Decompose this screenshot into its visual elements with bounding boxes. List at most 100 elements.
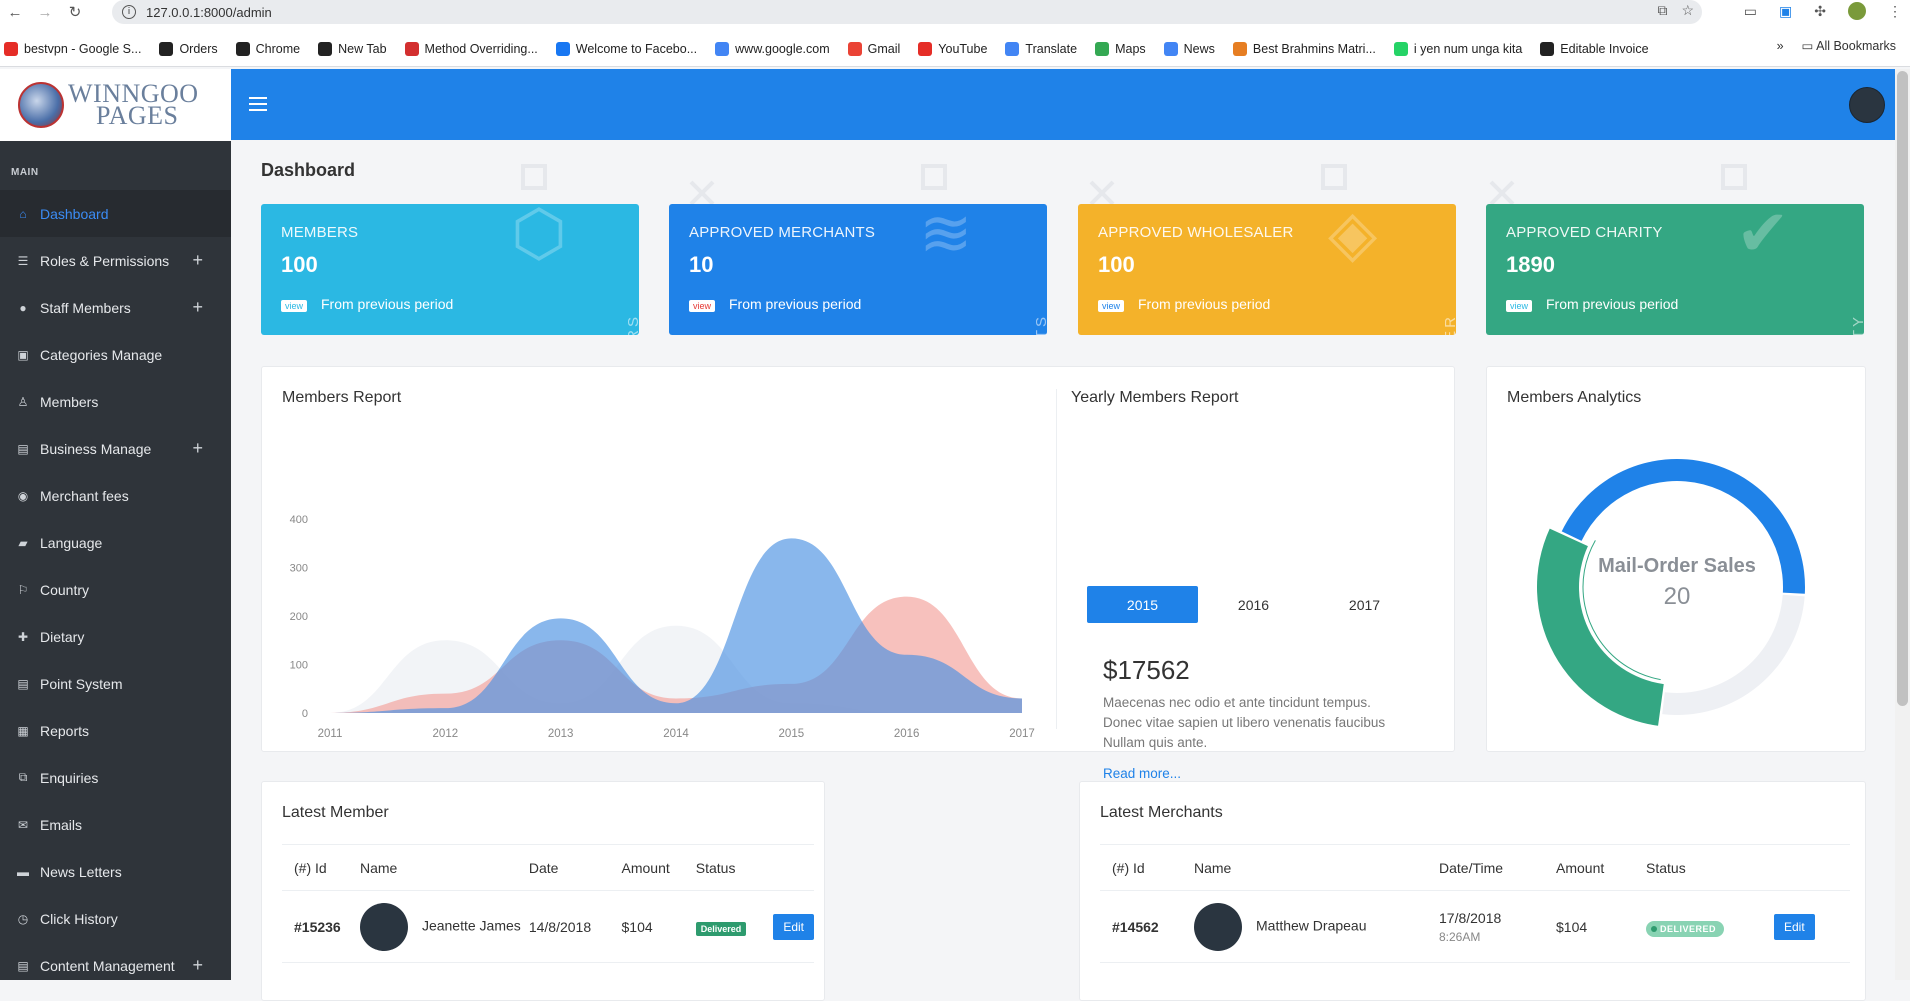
expand-plus-icon[interactable]: + [192, 297, 203, 318]
list-icon: ☰ [17, 253, 29, 268]
content-icon: ▤ [17, 958, 29, 973]
sidebar-item-emails[interactable]: ✉ Emails [0, 801, 231, 848]
sidebar-item-business-manage[interactable]: ▤ Business Manage + [0, 425, 231, 472]
sidebar-item-language[interactable]: ▰ Language [0, 519, 231, 566]
sidebar-item-point-system[interactable]: ▤ Point System [0, 660, 231, 707]
bookmark-star-icon[interactable]: ☆ [1681, 2, 1694, 19]
bookmark-label: Method Overriding... [424, 42, 538, 56]
card-title: APPROVED CHARITY [1506, 224, 1663, 241]
card-value: 1890 [1506, 252, 1555, 277]
expand-plus-icon[interactable]: + [192, 955, 203, 976]
user-icon: ● [19, 300, 27, 315]
bookmark-item[interactable]: i yen num unga kita [1393, 42, 1522, 56]
bookmark-item[interactable]: www.google.com [715, 42, 830, 56]
table-row[interactable]: #14562 Matthew Drapeau 17/8/2018 8:26AM $… [1100, 890, 1850, 963]
all-bookmarks-button[interactable]: ▭ All Bookmarks [1802, 38, 1896, 53]
yearly-description: Maecenas nec odio et ante tincidunt temp… [1103, 695, 1386, 750]
sidebar-item-country[interactable]: ⚐ Country [0, 566, 231, 613]
bookmark-item[interactable]: Gmail [847, 42, 900, 56]
extensions-puzzle-icon[interactable]: ✣ [1814, 3, 1826, 20]
extension-icon[interactable]: ▭ [1744, 3, 1757, 20]
latest-member-table: (#) Id Name Date Amount Status #15236 Je… [282, 844, 814, 963]
address-bar[interactable]: i 127.0.0.1:8000/admin ⧉ ☆ [112, 0, 1702, 24]
forward-icon[interactable]: → [30, 0, 60, 24]
logo[interactable]: WINNGOO PAGES [0, 69, 231, 141]
col-datetime: Date/Time [1439, 844, 1556, 891]
expand-plus-icon[interactable]: + [192, 250, 203, 271]
bookmark-item[interactable]: bestvpn - Google S... [4, 42, 141, 56]
bookmark-item[interactable]: YouTube [918, 42, 987, 56]
row-name: Jeanette James [421, 917, 521, 934]
bookmark-item[interactable]: Best Brahmins Matri... [1232, 42, 1376, 56]
bookmark-item[interactable]: New Tab [318, 42, 387, 56]
back-icon[interactable]: ← [0, 0, 30, 24]
tab-2016[interactable]: 2016 [1198, 586, 1309, 623]
bookmark-item[interactable]: Method Overriding... [404, 42, 538, 56]
page-scrollbar[interactable] [1895, 69, 1910, 980]
more-bookmarks-icon[interactable]: » [1777, 39, 1784, 53]
col-id: (#) Id [282, 844, 360, 891]
bookmark-favicon-icon [404, 42, 419, 56]
user-avatar[interactable] [1849, 87, 1885, 123]
table-row[interactable]: #15236 Jeanette James 14/8/2018 $104 Del… [282, 890, 814, 963]
stat-card-merchants[interactable]: ≋ APPROVED MERCHANTS 10 view From previous p… [669, 204, 1047, 335]
sidebar-item-roles-permissions[interactable]: ☰ Roles & Permissions + [0, 237, 231, 284]
sidebar-item-dietary[interactable]: ✚ Dietary [0, 613, 231, 660]
bookmark-favicon-icon [918, 42, 933, 56]
bookmark-label: New Tab [338, 42, 387, 56]
sidebar-item-staff-members[interactable]: ● Staff Members + [0, 284, 231, 331]
view-link[interactable]: view [689, 300, 716, 312]
sidebar-item-label: Country [40, 581, 90, 598]
scrollbar-thumb[interactable] [1897, 71, 1908, 706]
hamburger-menu-icon[interactable] [249, 97, 267, 111]
members-analytics-title: Members Analytics [1507, 389, 1642, 406]
sidebar-item-members[interactable]: ♙ Members [0, 378, 231, 425]
home-icon: ⌂ [19, 206, 27, 221]
bookmark-item[interactable]: Chrome [235, 42, 300, 56]
bookmark-label: Best Brahmins Matri... [1252, 42, 1376, 56]
coin-icon: ◉ [17, 488, 29, 503]
sidebar-item-news-letters[interactable]: ▬ News Letters [0, 848, 231, 895]
sidebar-item-categories-manage[interactable]: ▣ Categories Manage [0, 331, 231, 378]
card-title: APPROVED WHOLESALER [1098, 224, 1294, 241]
bookmark-item[interactable]: Editable Invoice [1540, 42, 1649, 56]
expand-plus-icon[interactable]: + [192, 438, 203, 459]
y-tick-label: 400 [290, 514, 308, 526]
bookmark-item[interactable]: News [1163, 42, 1215, 56]
bookmark-favicon-icon [1393, 42, 1408, 56]
sidebar-item-reports[interactable]: ▦ Reports [0, 707, 231, 754]
sidebar-item-content-management[interactable]: ▤ Content Management + [0, 942, 231, 989]
stat-card-charity[interactable]: ✔ APPROVED CHARITY 1890 view From previous p… [1486, 204, 1864, 335]
bookmark-label: bestvpn - Google S... [24, 42, 142, 56]
stat-card-members[interactable]: ⬡ MEMBERS 100 view From previous period MEMBE… [261, 204, 639, 335]
view-link[interactable]: view [1098, 300, 1125, 312]
bookmark-label: Editable Invoice [1560, 42, 1649, 56]
bookmark-item[interactable]: Welcome to Facebo... [555, 42, 697, 56]
sidebar-item-merchant-fees[interactable]: ◉ Merchant fees [0, 472, 231, 519]
donut-segment-1 [1662, 594, 1805, 715]
translate-icon[interactable]: ⧉ [1657, 2, 1667, 19]
sidebar-item-click-history[interactable]: ◷ Click History [0, 895, 231, 942]
card-vertical-label: MEMBERS [625, 314, 639, 335]
site-info-icon[interactable]: i [122, 5, 136, 19]
extension-f-icon[interactable]: ▣ [1779, 3, 1792, 20]
tab-2015[interactable]: 2015 [1087, 586, 1198, 623]
tab-2017[interactable]: 2017 [1309, 586, 1420, 623]
edit-button[interactable]: Edit [1774, 913, 1815, 940]
bookmark-item[interactable]: Orders [159, 42, 218, 56]
reload-icon[interactable]: ↻ [60, 0, 90, 24]
bookmark-item[interactable]: Maps [1095, 42, 1146, 56]
view-link[interactable]: view [1506, 300, 1533, 312]
stat-card-wholesaler[interactable]: ◈ APPROVED WHOLESALER 100 view From previous… [1078, 204, 1456, 335]
read-more-link[interactable]: Read more... [1103, 766, 1181, 781]
sidebar-item-enquiries[interactable]: ⧉ Enquiries [0, 754, 231, 801]
sidebar-item-dashboard[interactable]: ⌂ Dashboard [0, 190, 231, 237]
view-link[interactable]: view [281, 300, 308, 312]
bookmark-item[interactable]: Translate [1005, 42, 1077, 56]
edit-button[interactable]: Edit [773, 913, 814, 940]
menu-icon[interactable]: ⋮ [1888, 3, 1902, 20]
profile-avatar[interactable] [1848, 2, 1866, 20]
members-icon: ♙ [17, 394, 29, 409]
sidebar-item-label: Dietary [40, 628, 85, 645]
enquiries-icon: ⧉ [18, 770, 28, 784]
